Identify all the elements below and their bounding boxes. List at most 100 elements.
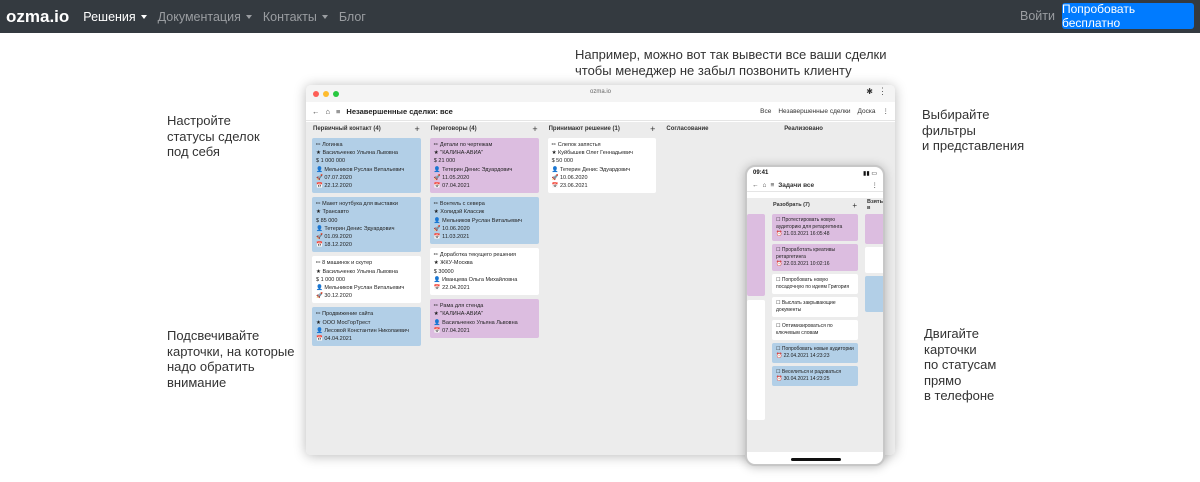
add-card-button[interactable]: + <box>650 124 655 134</box>
add-card-button[interactable]: + <box>415 124 420 134</box>
task-card[interactable]: ☐ Проработать креативы ретаргетинга ⏰ 22.… <box>772 244 858 271</box>
chevron-down-icon <box>245 15 252 19</box>
phone-next-column: Взять в <box>865 198 883 312</box>
chevron-down-icon <box>321 15 328 19</box>
phone-header: ← ⌂ ≡ Задачи все ⋮ <box>747 179 883 192</box>
card-line: ★ Холидэй Классик <box>433 209 485 216</box>
card-line: 🚀 10.06.2020 <box>433 225 470 232</box>
card-line: ✏ Доработка текущего решения <box>433 252 517 259</box>
phone-time: 09:41 <box>753 170 769 176</box>
home-icon[interactable]: ⌂ <box>326 107 331 116</box>
card-line: 👤 Тетерин Денис Эдуардович <box>316 225 395 232</box>
more-icon[interactable]: ⋮ <box>872 181 879 189</box>
task-line: ☐ Проработать креативы ретаргетинга <box>776 247 836 260</box>
phone-next-column-title: Взять в <box>867 199 883 211</box>
try-free-button[interactable]: Попробовать бесплатно <box>1062 2 1194 30</box>
phone-title: Задачи все <box>778 181 815 189</box>
deal-card[interactable]: ✏ Продвижение сайта ★ ООО МосГорТрест 👤 Ле… <box>312 307 421 347</box>
kanban-column: Переговоры (4) + ✏ Детали по чертежам ★ "КА… <box>426 122 542 455</box>
card-line: ✏ Слепок запястья <box>551 142 601 148</box>
board-control-1[interactable]: Незавершенные сделки <box>778 108 850 115</box>
deal-card[interactable]: ✏ 8 машинок и скутер ★ Васильченко Ульяна… <box>312 256 421 304</box>
task-card[interactable]: ☐ Попробовать новые аудитории ⏰ 22.04.202… <box>772 343 858 363</box>
card-line: ★ Трансавто <box>316 209 349 216</box>
nav-item-2[interactable]: Контакты <box>263 10 328 24</box>
add-card-button[interactable]: + <box>532 124 537 134</box>
nav-item-label: Решения <box>83 9 136 24</box>
menu-icon[interactable]: ≡ <box>770 182 774 189</box>
task-card[interactable]: ☐ Протестировать новую аудиторию для рет… <box>772 214 858 241</box>
more-icon[interactable]: ⋮ <box>878 86 887 97</box>
home-icon[interactable]: ⌂ <box>763 182 767 189</box>
deal-card[interactable]: ✏ Вонтель с севера ★ Холидэй Классик 👤 Мел… <box>429 197 539 245</box>
battery-icon: ▮▮ ▭ <box>863 170 877 177</box>
task-card[interactable]: ☐ Попробовать новую посадочную по идеям … <box>772 274 858 294</box>
task-line: ⏰ 30.04.2021 14:23:25 <box>776 376 830 382</box>
window-url: ozma.io <box>589 89 611 95</box>
deal-card[interactable]: ✏ Рама для стенда ★ "КАЛИНА-АВИА" 👤 Василь… <box>429 299 539 339</box>
back-arrow-icon[interactable]: ← <box>312 107 320 116</box>
phone-column-title: Разобрать (7) <box>773 202 810 208</box>
board-control-0[interactable]: Все <box>760 108 771 115</box>
board-controls: Все Незавершенные сделки Доска ⋮ <box>760 107 890 116</box>
task-line: ⏰ 21.03.2021 16:05:48 <box>776 231 830 237</box>
kanban-column: Принимают решение (1) + ✏ Слепок запястья ★… <box>544 122 660 455</box>
card-line: 👤 Тетерин Денис Эдуардович <box>551 166 631 173</box>
caption-filters: Выбирайте фильтры и представления <box>922 107 1025 153</box>
task-line: ⏰ 22.04.2021 14:23:23 <box>776 353 830 359</box>
card-line: 📅 18.12.2020 <box>316 242 352 249</box>
nav-item-0[interactable]: Решения <box>83 9 147 24</box>
deal-card[interactable]: ✏ Детали по чертежам ★ "КАЛИНА-АВИА" $ 21 … <box>429 138 539 194</box>
board-control-2[interactable]: Доска <box>858 108 876 115</box>
brand-logo[interactable]: ozma.io <box>6 7 69 27</box>
menu-icon[interactable]: ≡ <box>336 107 340 116</box>
task-line: ☐ Попробовать новую посадочную по идеям … <box>776 277 850 290</box>
card-line: 👤 Мельников Руслан Витальевич <box>316 166 405 173</box>
phone-board: Разобрать (7) + ☐ Протестировать новую а… <box>747 198 883 452</box>
column-title: Первичный контакт (4) <box>313 126 381 132</box>
nav-item-label: Блог <box>338 9 366 24</box>
card-line: ✏ Логинка <box>316 142 343 148</box>
home-indicator <box>791 458 841 461</box>
card-line: $ 30000 <box>433 268 454 275</box>
deal-card[interactable]: ✏ Слепок запястья ★ Куйбышев Олег Геннадь… <box>547 138 657 194</box>
extension-icon[interactable]: ✱ <box>866 87 873 96</box>
card-line: ★ ООО МосГорТрест <box>316 319 371 326</box>
caption-statuses: Настройте статусы сделок под себя <box>167 113 260 159</box>
nav-item-label: Документация <box>157 9 241 24</box>
deal-card[interactable]: ✏ Доработка текущего решения ★ ЖКУ-Москва… <box>429 248 539 296</box>
nav-item-3[interactable]: Блог <box>339 10 366 24</box>
column-header: Реализовано <box>780 122 895 136</box>
card-line: ✏ Продвижение сайта <box>316 311 374 318</box>
card-line: 📅 22.12.2020 <box>316 183 352 190</box>
back-arrow-icon[interactable]: ← <box>752 182 759 189</box>
card-line: ✏ Рама для стенда <box>433 303 484 310</box>
column-header: Первичный контакт (4) + <box>309 122 424 136</box>
card-line: $ 1 000 000 <box>316 276 346 283</box>
deal-card[interactable]: ✏ Макет ноутбука для выставки ★ Трансавто… <box>312 197 421 253</box>
card-line: 📅 04.04.2021 <box>316 336 352 343</box>
column-header: Согласование <box>662 122 777 136</box>
task-line: ☐ Выслать закрывающие документы <box>776 300 836 313</box>
task-card[interactable]: ☐ Выслать закрывающие документы <box>772 297 858 317</box>
card-line: 👤 Мельников Руслан Витальевич <box>316 285 405 292</box>
card-line: 📅 07.04.2021 <box>433 327 470 334</box>
task-card[interactable]: ☐ Оптимизироваться по ключевым словам <box>772 320 858 340</box>
add-card-button[interactable]: + <box>852 201 857 210</box>
column-header: Принимают решение (1) + <box>545 122 660 136</box>
task-line: ☐ Протестировать новую аудиторию для рет… <box>776 217 843 230</box>
card-line: ✏ Детали по чертежам <box>433 142 493 148</box>
card-line: 🚀 11.05.2020 <box>433 174 470 181</box>
nav-item-1[interactable]: Документация <box>158 10 252 24</box>
nav-item-label: Контакты <box>262 9 317 24</box>
task-line: ☐ Попробовать новые аудитории <box>776 346 854 352</box>
kanban-column: Первичный контакт (4) + ✏ Логинка ★ Васильч… <box>309 122 424 455</box>
card-line: 👤 Васильченко Ульяна Львовна <box>433 319 518 326</box>
deal-card[interactable]: ✏ Логинка ★ Васильченко Ульяна Львовна $ 1… <box>312 138 421 194</box>
more-icon[interactable]: ⋮ <box>883 107 890 115</box>
task-line: ☐ Оптимизироваться по ключевым словам <box>776 323 833 336</box>
card-line: ★ "КАЛИНА-АВИА" <box>433 311 484 318</box>
login-link[interactable]: Войти <box>1020 9 1055 23</box>
task-card[interactable]: ☐ Веселиться и радоваться ⏰ 30.04.2021 14… <box>772 366 858 386</box>
card-line: $ 85 000 <box>316 217 338 224</box>
